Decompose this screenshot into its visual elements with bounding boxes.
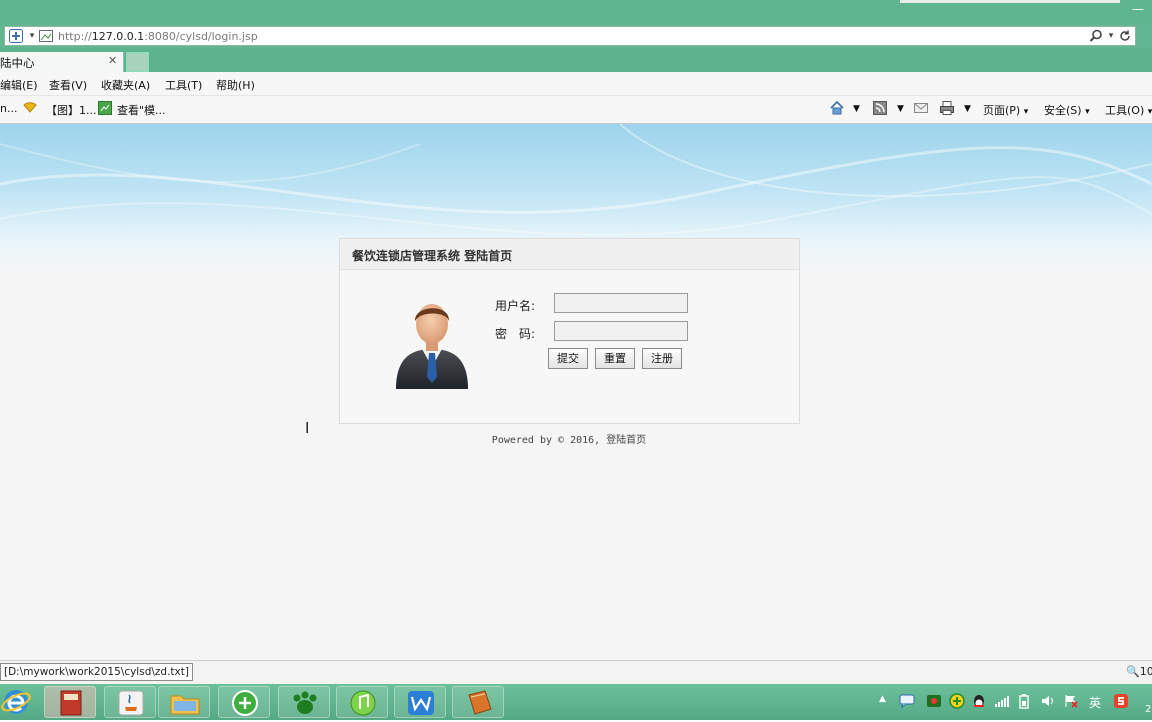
user-avatar-icon [392, 297, 472, 392]
zoom-icon: 🔍 [1126, 665, 1140, 678]
dropdown-arrow-icon[interactable]: ▼ [853, 104, 860, 114]
footer-link[interactable]: 登陆首页 [606, 435, 646, 446]
login-title: 餐饮连锁店管理系统 登陆首页 [352, 249, 513, 263]
register-button[interactable]: 注册 [642, 348, 682, 369]
username-input[interactable] [554, 293, 688, 313]
back-icon[interactable] [8, 28, 24, 44]
url-path: :8080/cylsd/login.jsp [144, 30, 258, 43]
menu-favorites[interactable]: 收藏夹(A) [101, 77, 150, 93]
taskbar-app-360[interactable] [218, 686, 270, 718]
taskbar-app-java[interactable] [104, 686, 156, 718]
ie-browser-icon[interactable] [0, 686, 34, 721]
taskbar-app-notebook[interactable] [44, 686, 96, 718]
password-label: 密 码: [495, 327, 536, 341]
page-icon [38, 28, 54, 44]
tools-menu-button[interactable]: 工具(O) ▾ [1105, 102, 1152, 118]
mail-icon[interactable] [914, 101, 928, 118]
tray-chat-icon[interactable] [899, 694, 915, 711]
safety-menu-button[interactable]: 安全(S) ▾ [1044, 102, 1090, 118]
taskbar-app-paw[interactable] [278, 686, 330, 718]
dropdown-arrow-icon[interactable]: ▼ [964, 104, 971, 114]
favorite-item-2[interactable]: 【图】1... [46, 102, 97, 118]
login-panel: 餐饮连锁店管理系统 登陆首页 用户名: 密 码: 提交 重置 注册 [339, 238, 800, 424]
menu-view[interactable]: 查看(V) [49, 77, 87, 93]
page-menu-button[interactable]: 页面(P) ▾ [983, 102, 1028, 118]
tray-volume-icon[interactable] [1040, 694, 1056, 711]
favorites-bar [0, 96, 1152, 124]
tray-battery-icon[interactable] [1018, 693, 1030, 712]
url-scheme: http:// [58, 30, 92, 43]
footer-text: Powered by © 2016, 登陆首页 [0, 431, 1138, 446]
zoom-level: 10 [1139, 665, 1152, 678]
new-tab-button[interactable] [126, 52, 149, 72]
menu-edit[interactable]: 编辑(E) [0, 77, 38, 93]
home-icon[interactable] [829, 100, 845, 119]
tray-language-indicator[interactable]: 英 [1089, 694, 1101, 711]
safety-menu-label: 安全(S) [1044, 104, 1082, 117]
taskbar-app-explorer[interactable] [158, 686, 210, 718]
feeds-icon[interactable] [873, 101, 887, 118]
tray-clock[interactable]: 2 [1145, 704, 1151, 715]
star-icon [22, 99, 38, 118]
search-icon[interactable] [1088, 28, 1104, 44]
window-title-bar: — [0, 0, 1152, 24]
favorite-item-3[interactable]: 查看"模... [117, 102, 166, 118]
menu-tools[interactable]: 工具(T) [165, 77, 202, 93]
taskbar-app-music[interactable] [336, 686, 388, 718]
favorite-item-1[interactable]: n... [0, 102, 17, 115]
print-icon[interactable] [939, 100, 955, 119]
text-cursor-icon: I [305, 419, 310, 437]
menu-help[interactable]: 帮助(H) [216, 77, 255, 93]
refresh-icon[interactable] [1117, 28, 1133, 44]
minimize-icon[interactable]: — [1130, 2, 1146, 16]
tray-input-method-icon[interactable] [1113, 693, 1129, 712]
login-panel-header: 餐饮连锁店管理系统 登陆首页 [340, 239, 799, 270]
tray-network-icon[interactable] [994, 694, 1010, 711]
tray-qq-icon[interactable] [971, 693, 987, 712]
dropdown-arrow-icon[interactable]: ▼ [897, 104, 904, 114]
status-tooltip: [D:\mywork\work2015\cylsd\zd.txt] [0, 663, 193, 681]
username-label: 用户名: [495, 299, 536, 313]
taskbar-app-wps[interactable] [394, 686, 446, 718]
tab-bar [0, 48, 1152, 72]
reset-button[interactable]: 重置 [595, 348, 635, 369]
tools-menu-label: 工具(O) [1105, 104, 1145, 117]
page-content: 餐饮连锁店管理系统 登陆首页 用户名: 密 码: 提交 重置 注册 Powere… [0, 124, 1152, 660]
close-tab-icon[interactable]: ✕ [108, 54, 120, 67]
url-host: 127.0.0.1 [91, 30, 145, 43]
page-menu-label: 页面(P) [983, 104, 1021, 117]
page-favorite-icon [98, 101, 112, 118]
tab-label: 陆中心 [0, 56, 35, 70]
tray-expand-icon[interactable]: ▲ [879, 694, 886, 704]
submit-button[interactable]: 提交 [548, 348, 588, 369]
tray-360-icon[interactable] [949, 693, 965, 712]
window-edge [900, 0, 1120, 3]
zoom-control[interactable]: 🔍10 [1126, 665, 1152, 678]
tray-security-icon[interactable] [926, 694, 942, 711]
footer-copyright: Powered by © 2016, [491, 435, 607, 446]
password-input[interactable] [554, 321, 688, 341]
tray-flag-icon[interactable] [1063, 694, 1079, 711]
taskbar-app-book[interactable] [452, 686, 504, 718]
address-url[interactable]: http://127.0.0.1:8080/cylsd/login.jsp [58, 30, 258, 44]
